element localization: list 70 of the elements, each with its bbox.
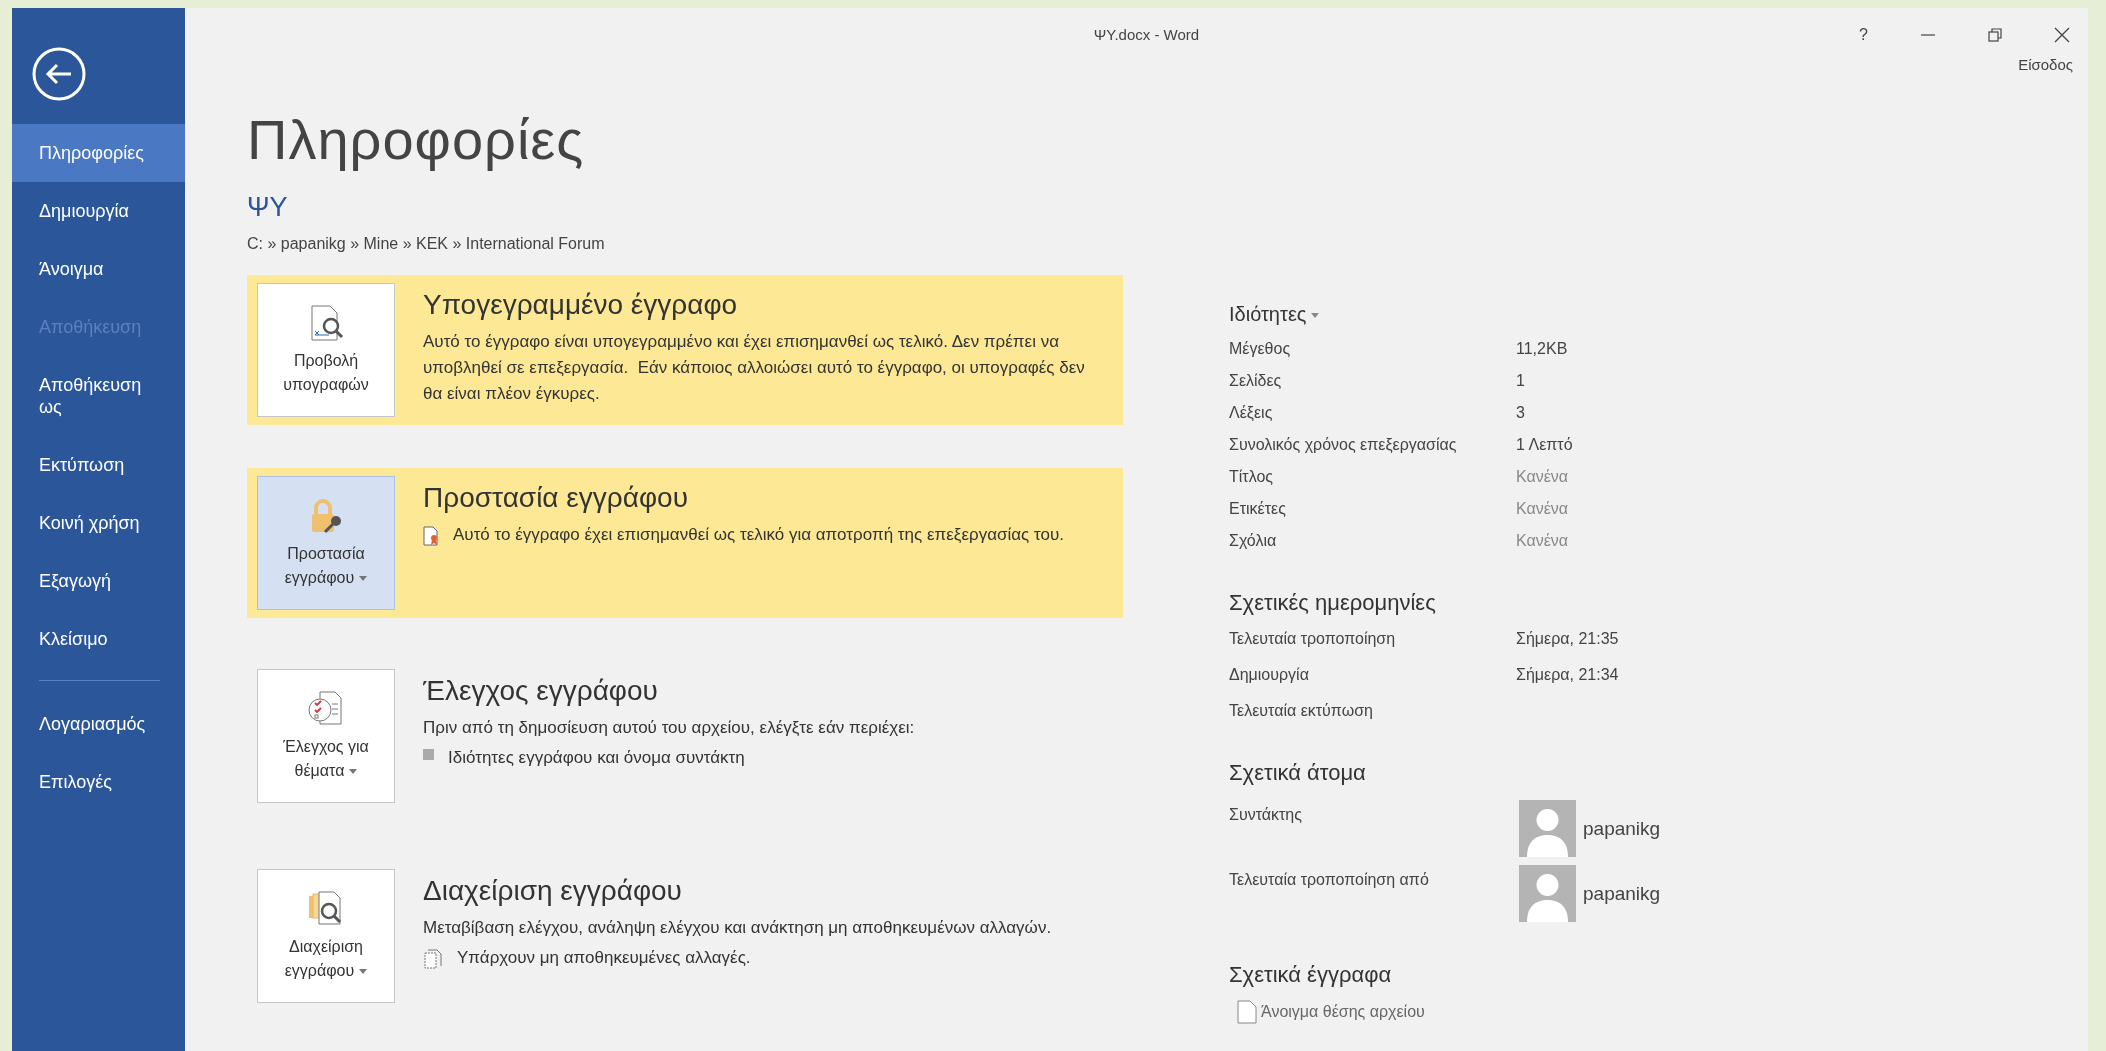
property-label: Σελίδες — [1229, 372, 1283, 390]
sidebar-item[interactable]: Δημιουργία — [12, 182, 185, 240]
window-title: ΨY.docx - Word — [1093, 25, 1200, 43]
bullet-icon — [423, 749, 434, 760]
dates-heading: Σχετικές ημερομηνίες — [1229, 590, 1437, 616]
caret-icon — [349, 769, 358, 775]
property-value: 11,2KB — [1516, 340, 1569, 358]
section-title: Προστασία εγγράφου — [423, 482, 689, 514]
certificate-icon — [423, 526, 439, 546]
action-button[interactable]: Προβολή υπογραφών — [257, 283, 395, 417]
section-description: Αυτό το έγγραφο είναι υπογεγραμμένο και έχει επισημανθεί ως τελικό. Δεν πρέπει να υποβληθεί σε επεξεργασία. Εάν κάποιος αλλοιώσει αυτό το έγγραφο, οι υπογραφές δεν θα είναι πλέον έγκυρες. — [423, 331, 1086, 405]
people-heading: Σχετικά άτομα — [1229, 760, 1367, 786]
action-button[interactable]: Έλεγχος για θέματα — [257, 669, 395, 803]
date-label: Δημιουργία — [1229, 666, 1310, 684]
property-value: 1 — [1516, 372, 1526, 390]
section-description: Πριν από τη δημοσίευση αυτού του αρχείου, ελέγξτε εάν περιέχει: — [423, 717, 916, 739]
section-title: Έλεγχος εγγράφου — [423, 675, 659, 707]
property-value: Κανένα — [1516, 500, 1570, 518]
person-name[interactable]: papanikg — [1583, 817, 1661, 840]
date-label: Τελευταία εκτύπωση — [1229, 702, 1374, 720]
note-text: Αυτό το έγγραφο έχει επισημανθεί ως τελικό για αποτροπή της επεξεργασίας του. — [453, 524, 1064, 546]
sidebar-item[interactable]: Κοινή χρήση — [12, 494, 185, 552]
restore-icon[interactable] — [1988, 28, 2002, 42]
sidebar-item[interactable]: Επιλογές — [12, 753, 185, 811]
document-name: ΨΥ — [247, 192, 289, 223]
sidebar-item[interactable]: Λογαριασμός — [12, 695, 185, 753]
sidebar-item[interactable]: Αποθήκευση ως — [12, 356, 185, 436]
action-button[interactable]: Διαχείριση εγγράφου — [257, 869, 395, 1003]
open-file-location-link[interactable]: Άνοιγμα θέσης αρχείου — [1261, 1003, 1425, 1021]
property-label: Μέγεθος — [1229, 340, 1292, 358]
document-icon — [1237, 1000, 1257, 1024]
sidebar-item[interactable]: Πληροφορίες — [12, 124, 185, 182]
document-icon — [423, 949, 443, 969]
action-button[interactable]: Προστασία εγγράφου — [257, 476, 395, 610]
properties-heading[interactable]: Ιδιότητες — [1229, 303, 1729, 326]
person-role: Συντάκτης — [1229, 806, 1303, 824]
avatar-icon — [1519, 800, 1576, 857]
person-role: Τελευταία τροποποίηση από — [1229, 871, 1430, 889]
property-value: 1 Λεπτό — [1516, 436, 1574, 454]
property-label: Τίτλος — [1229, 468, 1274, 486]
help-button[interactable]: ? — [1859, 26, 1868, 44]
section-title: Υπογεγραμμένο έγγραφο — [423, 289, 739, 321]
note-text: Ιδιότητες εγγράφου και όνομα συντάκτη — [448, 747, 745, 769]
property-value: Κανένα — [1516, 468, 1570, 486]
sidebar-item[interactable]: Κλείσιμο — [12, 610, 185, 668]
date-label: Τελευταία τροποποίηση — [1229, 630, 1397, 648]
property-label: Συνολικός χρόνος επεξεργασίας — [1229, 436, 1458, 454]
section-description: Μεταβίβαση ελέγχου, ανάληψη ελέγχου και ανάκτηση μη αποθηκευμένων αλλαγών. — [423, 917, 1053, 939]
sidebar-item[interactable]: Εκτύπωση — [12, 436, 185, 494]
date-value: Σήμερα, 21:35 — [1516, 630, 1620, 648]
person-name[interactable]: papanikg — [1583, 882, 1661, 905]
sign-in-link[interactable]: Είσοδος — [2018, 56, 2073, 73]
caret-icon — [359, 576, 368, 582]
page-heading: Πληροφορίες — [247, 107, 586, 172]
avatar-icon — [1519, 865, 1576, 922]
property-label: Ετικέτες — [1229, 500, 1287, 518]
caret-icon — [1311, 313, 1320, 319]
close-icon[interactable] — [2054, 27, 2070, 43]
note-text: Υπάρχουν μη αποθηκευμένες αλλαγές. — [457, 947, 751, 969]
sidebar-item[interactable]: Εξαγωγή — [12, 552, 185, 610]
sidebar-item[interactable]: Άνοιγμα — [12, 240, 185, 298]
date-value: Σήμερα, 21:34 — [1516, 666, 1620, 684]
property-value: 3 — [1516, 404, 1526, 422]
property-value: Κανένα — [1516, 532, 1570, 550]
related-heading: Σχετικά έγγραφα — [1229, 962, 1393, 988]
section-title: Διαχείριση εγγράφου — [423, 875, 683, 907]
property-label: Λέξεις — [1229, 404, 1274, 422]
property-label: Σχόλια — [1229, 532, 1278, 550]
caret-icon — [359, 969, 368, 975]
file-path: C: » papanikg » Mine » KEK » International Forum — [247, 235, 606, 253]
